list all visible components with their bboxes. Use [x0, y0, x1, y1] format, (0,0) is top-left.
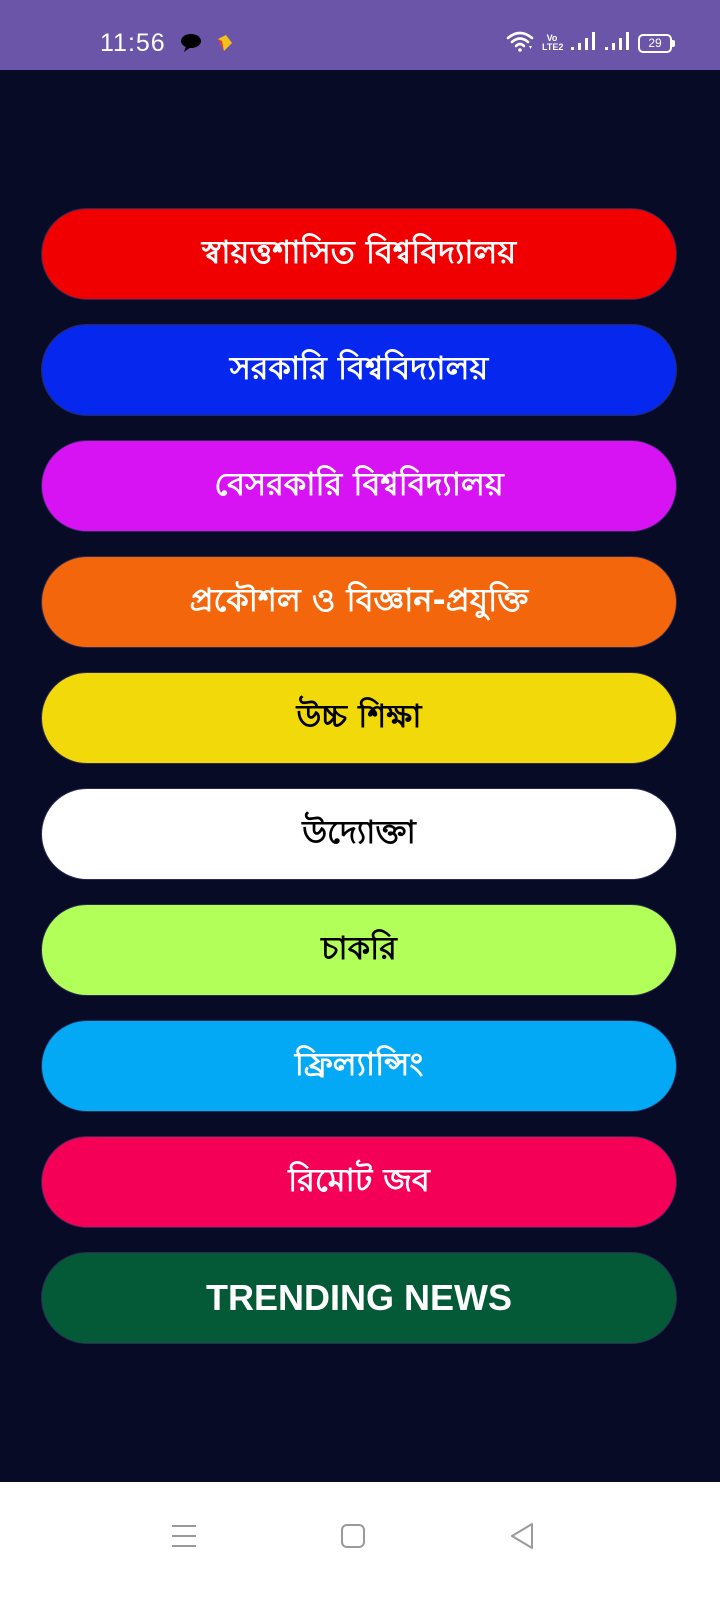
status-bar: 11:56 Vo LTE2 29 — [0, 0, 720, 70]
signal-strength-icon — [570, 31, 596, 55]
freelancing-button[interactable]: ফ্রিল্যান্সিং — [41, 1020, 677, 1112]
back-icon[interactable] — [492, 1506, 552, 1566]
entrepreneur-button[interactable]: উদ্যোক্তা — [41, 788, 677, 880]
category-menu: স্বায়ত্তশাসিত বিশ্ববিদ্যালয় সরকারি বিশ… — [41, 208, 679, 1368]
app-screen: 11:56 Vo LTE2 29 স্বায়ত্তশাসিত বিশ্ববিদ… — [0, 0, 720, 1600]
system-status-icons: Vo LTE2 29 — [506, 30, 675, 56]
private-university-button[interactable]: বেসরকারি বিশ্ববিদ্যালয় — [41, 440, 677, 532]
signal-strength-icon — [604, 31, 630, 55]
notification-icons — [180, 33, 234, 57]
public-university-button[interactable]: সরকারি বিশ্ববিদ্যালয় — [41, 324, 677, 416]
home-icon[interactable] — [323, 1506, 383, 1566]
battery-icon: 29 — [638, 33, 675, 53]
trending-news-button[interactable]: TRENDING NEWS — [41, 1252, 677, 1344]
menu-icon[interactable] — [154, 1506, 214, 1566]
jobs-button[interactable]: চাকরি — [41, 904, 677, 996]
remote-job-button[interactable]: রিমোট জব — [41, 1136, 677, 1228]
volte-icon: Vo LTE2 — [542, 33, 564, 52]
app-notification-icon — [216, 33, 234, 57]
message-bubble-icon — [180, 33, 202, 57]
system-navigation-bar — [0, 1482, 720, 1600]
status-time: 11:56 — [100, 29, 166, 57]
higher-education-button[interactable]: উচ্চ শিক্ষা — [41, 672, 677, 764]
wifi-icon — [506, 30, 534, 56]
engineering-science-technology-button[interactable]: প্রকৌশল ও বিজ্ঞান-প্রযুক্তি — [41, 556, 677, 648]
autonomous-university-button[interactable]: স্বায়ত্তশাসিত বিশ্ববিদ্যালয় — [41, 208, 677, 300]
